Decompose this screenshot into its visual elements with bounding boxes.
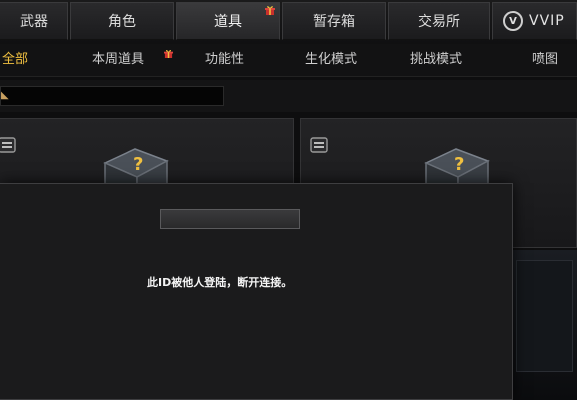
dialog-message: 此ID被他人登陆，断开连接。 [147, 276, 293, 289]
tab-characters[interactable]: 角色 [70, 2, 174, 40]
tab-weapons-label: 武器 [20, 14, 48, 30]
svg-text:?: ? [454, 154, 464, 175]
subtab-sprays[interactable]: 喷图 [532, 44, 558, 76]
subtab-weekly-items[interactable]: 本周道具 [92, 44, 144, 76]
item-preview-image [516, 260, 573, 372]
search-input[interactable]: ◣ [0, 86, 224, 106]
confirm-button[interactable] [160, 209, 300, 229]
item-preview-panel [510, 250, 577, 400]
tab-characters-label: 角色 [108, 14, 136, 30]
gift-icon [164, 49, 173, 58]
top-tab-bar: 武器 角色 道具 暂存箱 交易所 V VVIP [0, 0, 577, 44]
tab-exchange-label: 交易所 [418, 14, 460, 30]
subtab-challenge-mode[interactable]: 挑战模式 [410, 44, 462, 76]
tab-exchange[interactable]: 交易所 [388, 2, 490, 40]
subtab-zombie-mode[interactable]: 生化模式 [305, 44, 357, 76]
sub-tab-bar: 全部 本周道具 功能性 生化模式 挑战模式 喷图 [0, 44, 577, 77]
gift-icon [265, 6, 275, 15]
shop-icon [0, 137, 16, 153]
tab-storage-label: 暂存箱 [313, 14, 355, 30]
tab-storage[interactable]: 暂存箱 [282, 2, 386, 40]
search-icon: ◣ [1, 90, 9, 101]
subtab-all[interactable]: 全部 [2, 44, 28, 76]
subtab-functional[interactable]: 功能性 [205, 44, 244, 76]
vvip-emblem-icon: V [503, 11, 523, 31]
tab-vvip[interactable]: V VVIP [492, 2, 577, 40]
tab-weapons[interactable]: 武器 [0, 2, 68, 40]
shop-icon [310, 137, 328, 153]
tab-items[interactable]: 道具 [176, 2, 280, 40]
vvip-label: VVIP [529, 13, 565, 29]
search-row: ◣ [0, 80, 577, 112]
svg-text:?: ? [133, 154, 143, 175]
tab-items-label: 道具 [214, 14, 242, 30]
